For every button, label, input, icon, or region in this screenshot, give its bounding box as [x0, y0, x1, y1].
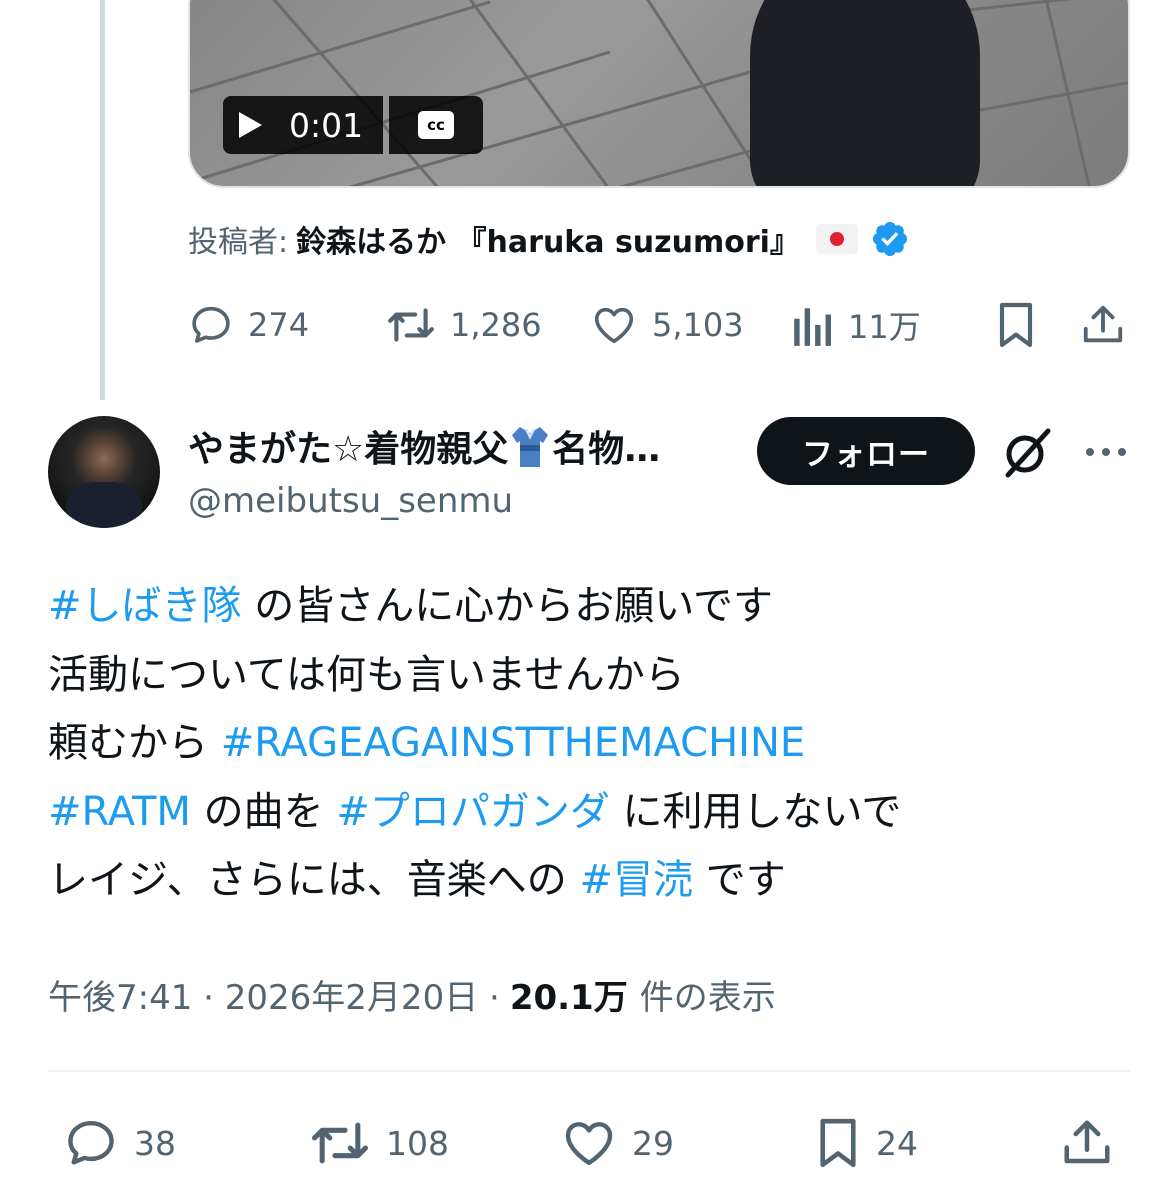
tweet-text-segment: です — [693, 857, 786, 903]
reply-button[interactable]: 274 — [188, 300, 309, 350]
video-player[interactable]: 0:01 cc — [188, 0, 1130, 188]
reply-icon — [192, 306, 230, 343]
share-button[interactable] — [1060, 1115, 1114, 1171]
video-frame — [190, 0, 1128, 186]
tweet-text-segment: 活動については何も言いませんから — [48, 651, 685, 698]
tweet-text-segment: に利用しないで — [609, 788, 902, 835]
repost-icon — [311, 1122, 368, 1164]
share-button[interactable] — [1080, 300, 1126, 350]
bookmark-icon — [999, 302, 1033, 348]
hashtag-link[interactable]: #しばき隊 — [48, 583, 242, 629]
reply-button[interactable]: 38 — [62, 1115, 176, 1171]
author-name-part1: やまがた☆着物親父 — [188, 429, 509, 470]
video-time: 0:01 — [289, 105, 364, 145]
play-button[interactable]: 0:01 — [223, 96, 383, 154]
share-icon — [1064, 1120, 1110, 1164]
like-button[interactable]: 5,103 — [590, 300, 744, 350]
bookmark-icon — [820, 1118, 856, 1168]
reply-icon — [68, 1120, 114, 1165]
follow-button[interactable]: フォロー — [757, 417, 975, 485]
verified-icon — [872, 221, 908, 257]
repost-button[interactable]: 108 — [308, 1115, 449, 1171]
repost-count: 1,286 — [450, 306, 542, 344]
tweet-text-segment: 頼むから — [48, 720, 221, 766]
tweet-line: 頼むから #RAGEAGAINSTTHEMACHINE — [48, 709, 1138, 778]
tweet-line: #しばき隊 の皆さんに心からお願いです — [48, 572, 1138, 641]
author-handle[interactable]: @meibutsu_senmu — [188, 476, 513, 526]
bookmark-count: 24 — [876, 1123, 918, 1163]
reply-count: 274 — [248, 306, 310, 344]
more-icon[interactable] — [1083, 437, 1129, 467]
like-count: 5,103 — [652, 306, 744, 344]
like-icon — [594, 307, 634, 344]
video-attribution: 投稿者: 鈴森はるか 『haruka suzumori』 — [188, 217, 910, 261]
video-controls: 0:01 cc — [223, 96, 483, 154]
tweet-text-segment: レイジ、さらには、音楽への — [48, 857, 580, 903]
bookmark-button[interactable] — [994, 300, 1038, 350]
video-subject — [750, 0, 980, 186]
tweet-text: #しばき隊 の皆さんに心からお願いです活動については何も言いませんから頼むから … — [48, 572, 1138, 915]
view-count: 20.1万 — [509, 977, 628, 1018]
poster-label: 投稿者: — [188, 225, 289, 260]
repost-icon — [388, 308, 434, 342]
tweet-meta: 午後7:41 · 2026年2月20日 · 20.1万 件の表示 — [48, 966, 776, 1022]
tweet-text-segment: の曲を — [190, 788, 337, 835]
tweet-line: #RATM の曲を #プロパガンダ に利用しないで — [48, 778, 1138, 847]
views-button[interactable]: 11万 — [792, 300, 921, 350]
poster-name[interactable]: 鈴森はるか 『haruka suzumori』 — [296, 217, 800, 261]
like-icon — [565, 1122, 613, 1166]
hashtag-link[interactable]: #RAGEAGAINSTTHEMACHINE — [221, 720, 805, 766]
views-icon — [794, 308, 831, 346]
tweet-timestamp[interactable]: 午後7:41 · 2026年2月20日 · — [48, 970, 500, 1019]
cc-icon: cc — [418, 111, 454, 139]
reply-count: 38 — [134, 1123, 176, 1163]
kimono-icon — [512, 427, 549, 467]
bookmark-button[interactable]: 24 — [814, 1115, 918, 1171]
repost-button[interactable]: 1,286 — [386, 300, 542, 350]
play-icon — [239, 112, 262, 138]
grok-icon[interactable] — [998, 425, 1054, 481]
view-label: 件の表示 — [639, 977, 776, 1018]
like-count: 29 — [632, 1123, 674, 1163]
share-icon — [1083, 305, 1123, 343]
tweet-line: レイジ、さらには、音楽への #冒涜 です — [48, 846, 1138, 915]
avatar[interactable] — [48, 416, 160, 528]
tweet-line: 活動については何も言いませんから — [48, 641, 1138, 710]
captions-button[interactable]: cc — [389, 96, 483, 154]
views-count: 11万 — [848, 308, 921, 346]
like-button[interactable]: 29 — [560, 1115, 674, 1171]
hashtag-link[interactable]: #冒涜 — [580, 857, 694, 903]
hashtag-link[interactable]: #プロパガンダ — [336, 789, 610, 835]
thread-line — [100, 0, 105, 400]
divider — [48, 1070, 1130, 1072]
tweet-text-segment: の皆さんに心からお願いです — [241, 583, 774, 629]
author-name-part2: 名物… — [552, 429, 661, 470]
repost-count: 108 — [386, 1123, 449, 1163]
hashtag-link[interactable]: #RATM — [48, 789, 191, 835]
author-name[interactable]: やまがた☆着物親父 名物… — [188, 418, 660, 474]
japan-flag-icon — [815, 224, 858, 254]
